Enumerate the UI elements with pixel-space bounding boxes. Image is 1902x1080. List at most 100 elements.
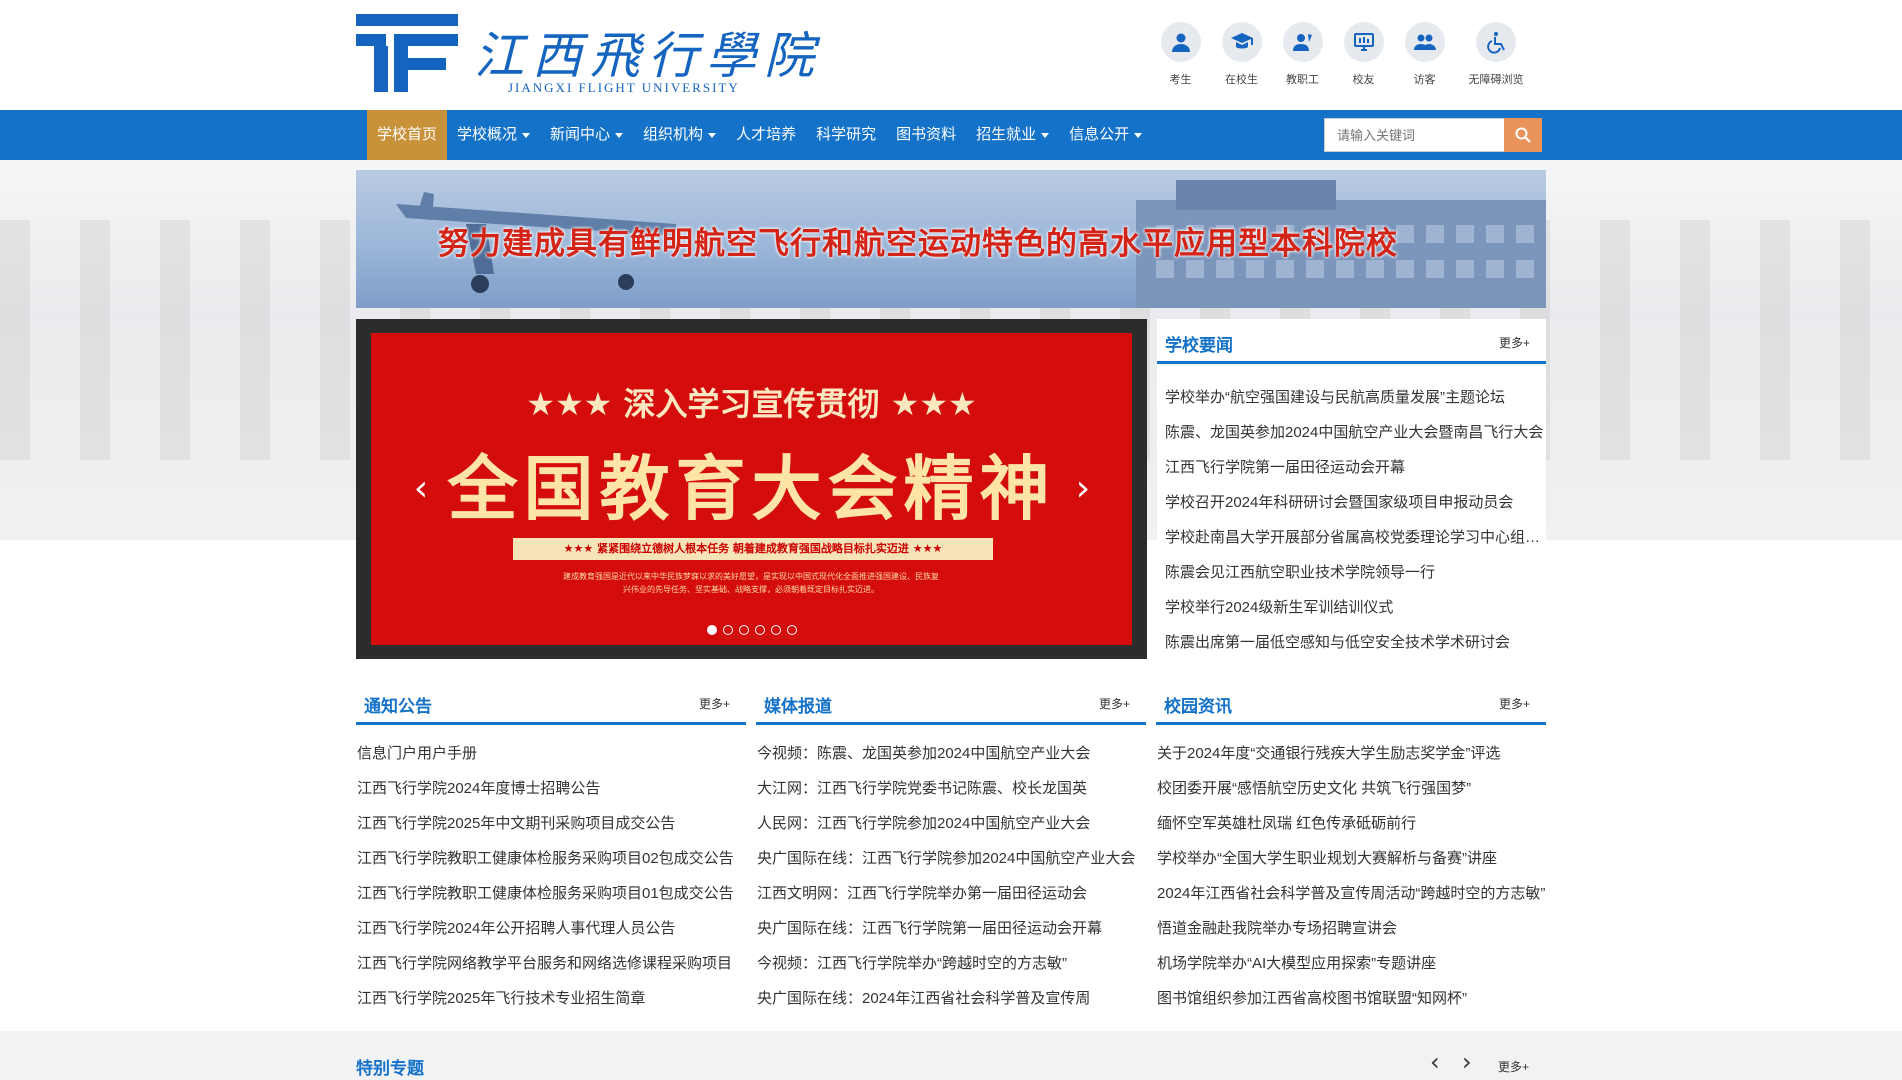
quick-link-students[interactable]: 在校生 xyxy=(1211,22,1272,87)
list-item[interactable]: 大江网：江西飞行学院党委书记陈震、校长龙国英 xyxy=(756,771,1146,806)
nav-item-education[interactable]: 人才培养 xyxy=(726,110,806,160)
carousel-dot[interactable] xyxy=(738,625,749,635)
slide-title: 全国教育大会精神 xyxy=(447,448,1056,530)
quick-links: 考生 在校生 教职工 校友 访客 无障碍浏览 xyxy=(1150,22,1535,87)
special-prev-button[interactable]: ‹ xyxy=(1430,1048,1440,1076)
slogan-banner: 努力建成具有鲜明航空飞行和航空运动特色的高水平应用型本科院校 xyxy=(356,170,1546,308)
list-item[interactable]: 央广国际在线：江西飞行学院参加2024中国航空产业大会 xyxy=(756,841,1146,876)
quick-link-label: 教职工 xyxy=(1286,74,1319,86)
carousel-dot[interactable] xyxy=(770,625,781,635)
caret-down-icon xyxy=(1134,132,1143,138)
nav-item-label: 招生就业 xyxy=(976,126,1037,143)
more-link[interactable]: 更多+ xyxy=(1498,1058,1529,1075)
list-item[interactable]: 悟道金融赴我院举办专场招聘宣讲会 xyxy=(1156,911,1546,946)
university-emblem-icon xyxy=(356,14,458,92)
special-next-button[interactable]: › xyxy=(1462,1048,1472,1076)
campus-news-panel: 校园资讯 更多+ 关于2024年度“交通银行残疾大学生励志奖学金”评选 校团委开… xyxy=(1156,680,1546,1020)
list-item[interactable]: 陈震会见江西航空职业技术学院领导一行 xyxy=(1157,555,1546,590)
panel-header: 通知公告 更多+ xyxy=(356,680,746,725)
list-item[interactable]: 江西文明网：江西飞行学院举办第一届田径运动会 xyxy=(756,876,1146,911)
list-item[interactable]: 江西飞行学院网络教学平台服务和网络选修课程采购项目 xyxy=(356,946,746,981)
list-item[interactable]: 图书馆组织参加江西省高校图书馆联盟“知网杯” xyxy=(1156,981,1546,1016)
carousel-dot[interactable] xyxy=(786,625,797,635)
carousel-indicators xyxy=(371,625,1132,635)
image-carousel: ★★★ 深入学习宣传贯彻 ★★★ 全国教育大会精神 ★★★ 紧紧围绕立德树人根本… xyxy=(356,319,1147,659)
list-item[interactable]: 机场学院举办“AI大模型应用探索”专题讲座 xyxy=(1156,946,1546,981)
quick-link-visitors[interactable]: 访客 xyxy=(1394,22,1455,87)
quick-link-accessibility[interactable]: 无障碍浏览 xyxy=(1457,22,1535,87)
list-item[interactable]: 关于2024年度“交通银行残疾大学生励志奖学金”评选 xyxy=(1156,736,1546,771)
list-item[interactable]: 央广国际在线：2024年江西省社会科学普及宣传周 xyxy=(756,981,1146,1016)
quick-link-staff[interactable]: 教职工 xyxy=(1272,22,1333,87)
carousel-dot[interactable] xyxy=(706,625,717,635)
list-item[interactable]: 学校召开2024年科研研讨会暨国家级项目申报动员会 xyxy=(1157,485,1546,520)
nav-item-research[interactable]: 科学研究 xyxy=(806,110,886,160)
nav-item-disclosure[interactable]: 信息公开 xyxy=(1059,110,1152,160)
school-news-panel: 学校要闻 更多+ 学校举办“航空强国建设与民航高质量发展”主题论坛 陈震、龙国英… xyxy=(1157,319,1546,659)
more-link[interactable]: 更多+ xyxy=(1099,695,1130,712)
search-icon xyxy=(1515,127,1531,143)
list-item[interactable]: 学校举办“全国大学生职业规划大赛解析与备赛”讲座 xyxy=(1156,841,1546,876)
notices-list: 信息门户用户手册 江西飞行学院2024年度博士招聘公告 江西飞行学院2025年中… xyxy=(356,736,746,1016)
list-item[interactable]: 江西飞行学院2024年度博士招聘公告 xyxy=(356,771,746,806)
main-navigation: 学校首页 学校概况 新闻中心 组织机构 人才培养 科学研究 图书资料 招生就业 … xyxy=(0,110,1902,160)
quick-link-examinee[interactable]: 考生 xyxy=(1150,22,1211,87)
list-item[interactable]: 学校举办“航空强国建设与民航高质量发展”主题论坛 xyxy=(1157,380,1546,415)
search-button[interactable] xyxy=(1504,118,1542,152)
nav-item-library[interactable]: 图书资料 xyxy=(886,110,966,160)
list-item[interactable]: 今视频：陈震、龙国英参加2024中国航空产业大会 xyxy=(756,736,1146,771)
slide-subtitle: ★★★ 深入学习宣传贯彻 ★★★ xyxy=(526,385,977,423)
carousel-slide[interactable]: ★★★ 深入学习宣传贯彻 ★★★ 全国教育大会精神 ★★★ 紧紧围绕立德树人根本… xyxy=(371,333,1132,645)
more-link[interactable]: 更多+ xyxy=(1499,334,1530,351)
list-item[interactable]: 江西飞行学院2024年公开招聘人事代理人员公告 xyxy=(356,911,746,946)
carousel-dot[interactable] xyxy=(754,625,765,635)
list-item[interactable]: 校团委开展“感悟航空历史文化 共筑飞行强国梦” xyxy=(1156,771,1546,806)
nav-item-label: 学校概况 xyxy=(457,126,518,143)
carousel-dot[interactable] xyxy=(722,625,733,635)
panel-title: 学校要闻 xyxy=(1165,336,1233,355)
list-item[interactable]: 学校赴南昌大学开展部分省属高校党委理论学习中心组联学 xyxy=(1157,520,1546,555)
list-item[interactable]: 缅怀空军英雄杜凤瑞 红色传承砥砺前行 xyxy=(1156,806,1546,841)
quick-link-alumni[interactable]: 校友 xyxy=(1333,22,1394,87)
list-item[interactable]: 2024年江西省社会科学普及宣传周活动“跨越时空的方志敏” xyxy=(1156,876,1546,911)
nav-item-news-center[interactable]: 新闻中心 xyxy=(540,110,633,160)
list-item[interactable]: 江西飞行学院第一届田径运动会开幕 xyxy=(1157,450,1546,485)
carousel-next-button[interactable]: › xyxy=(1068,469,1098,509)
logo-chinese-name: 江西飛行學院 xyxy=(474,27,822,85)
carousel-prev-button[interactable]: ‹ xyxy=(406,469,436,509)
list-item[interactable]: 学校举行2024级新生军训结训仪式 xyxy=(1157,590,1546,625)
panel-header: 媒体报道 更多+ xyxy=(756,680,1146,725)
nav-item-about[interactable]: 学校概况 xyxy=(447,110,540,160)
banner-slogan: 努力建成具有鲜明航空飞行和航空运动特色的高水平应用型本科院校 xyxy=(438,226,1398,262)
caret-down-icon xyxy=(615,132,624,138)
list-item[interactable]: 央广国际在线：江西飞行学院第一届田径运动会开幕 xyxy=(756,911,1146,946)
list-item[interactable]: 今视频：江西飞行学院举办“跨越时空的方志敏” xyxy=(756,946,1146,981)
list-item[interactable]: 人民网：江西飞行学院参加2024中国航空产业大会 xyxy=(756,806,1146,841)
nav-item-label: 新闻中心 xyxy=(550,126,611,143)
list-item[interactable]: 江西飞行学院教职工健康体检服务采购项目02包成交公告 xyxy=(356,841,746,876)
list-item[interactable]: 陈震出席第一届低空感知与低空安全技术学术研讨会 xyxy=(1157,625,1546,660)
quick-link-label: 在校生 xyxy=(1225,74,1258,86)
examinee-icon xyxy=(1160,22,1201,62)
panel-title: 校园资讯 xyxy=(1164,697,1232,716)
more-link[interactable]: 更多+ xyxy=(1499,695,1530,712)
more-link[interactable]: 更多+ xyxy=(699,695,730,712)
panel-title: 媒体报道 xyxy=(764,697,832,716)
panel-header: 校园资讯 更多+ xyxy=(1156,680,1546,725)
accessibility-icon xyxy=(1476,22,1516,62)
nav-item-home[interactable]: 学校首页 xyxy=(367,110,448,160)
list-item[interactable]: 信息门户用户手册 xyxy=(356,736,746,771)
list-item[interactable]: 陈震、龙国英参加2024中国航空产业大会暨南昌飞行大会 xyxy=(1157,415,1546,450)
quick-link-label: 访客 xyxy=(1413,74,1436,86)
nav-item-admissions[interactable]: 招生就业 xyxy=(966,110,1059,160)
site-header: 江西飛行學院 JIANGXI FLIGHT UNIVERSITY 考生 在校生 … xyxy=(0,0,1902,110)
list-item[interactable]: 江西飞行学院2025年中文期刊采购项目成交公告 xyxy=(356,806,746,841)
list-item[interactable]: 江西飞行学院教职工健康体检服务采购项目01包成交公告 xyxy=(356,876,746,911)
list-item[interactable]: 江西飞行学院2025年飞行技术专业招生简章 xyxy=(356,981,746,1016)
nav-menu: 学校首页 学校概况 新闻中心 组织机构 人才培养 科学研究 图书资料 招生就业 … xyxy=(367,110,1152,160)
nav-item-label: 图书资料 xyxy=(896,126,957,143)
media-reports-panel: 媒体报道 更多+ 今视频：陈震、龙国英参加2024中国航空产业大会 大江网：江西… xyxy=(756,680,1146,1020)
site-logo[interactable]: 江西飛行學院 JIANGXI FLIGHT UNIVERSITY xyxy=(356,14,814,95)
nav-item-organization[interactable]: 组织机构 xyxy=(633,110,726,160)
caret-down-icon xyxy=(1041,132,1050,138)
